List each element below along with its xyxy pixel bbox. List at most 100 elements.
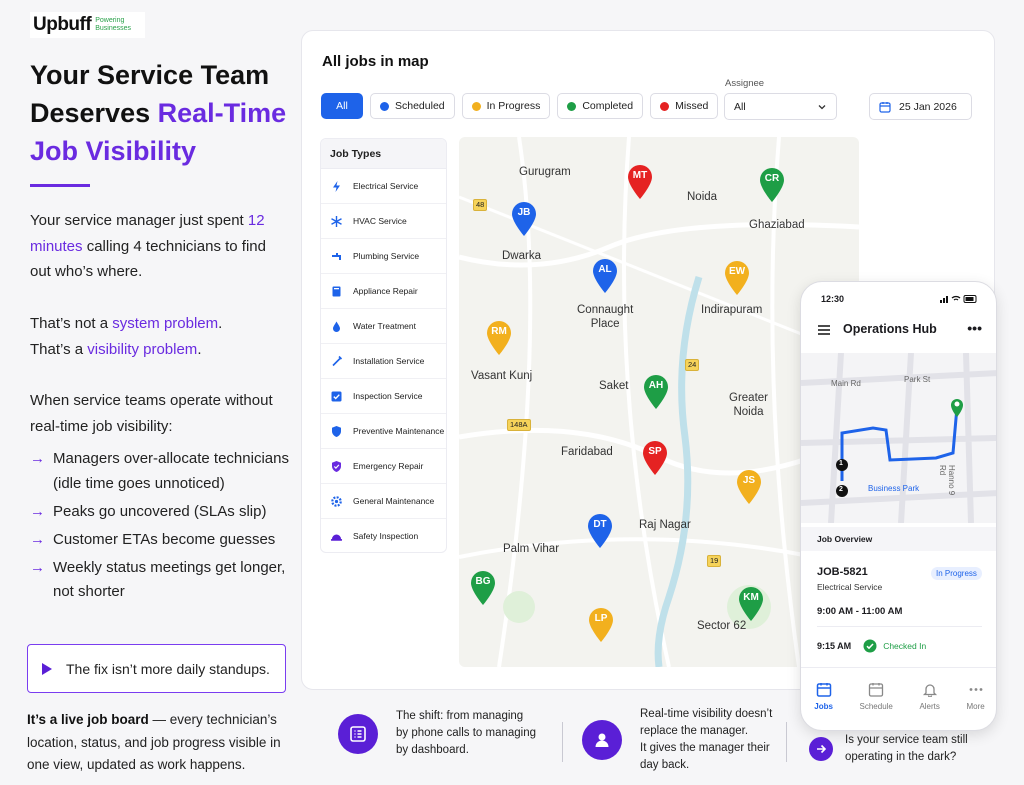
job-type-installation[interactable]: Installation Service (321, 344, 446, 379)
job-type-emergency[interactable]: Emergency Repair (321, 449, 446, 484)
technician-pin[interactable]: AH (643, 374, 669, 410)
technician-pin[interactable]: RM (486, 320, 512, 356)
street-hanno: Hanno 9 Rd (938, 465, 956, 496)
list-item: → Managers over-allocate technicians (idl… (30, 447, 292, 496)
bottom-strip: The shift: from managing by phone calls t… (338, 708, 988, 780)
snowflake-icon (331, 215, 342, 227)
job-type-inspection[interactable]: Inspection Service (321, 379, 446, 414)
job-type-general[interactable]: General Maintenance (321, 484, 446, 519)
job-window: 9:00 AM - 11:00 AM (817, 606, 903, 617)
job-overview-header: Job Overview (801, 527, 996, 551)
bell-icon (922, 684, 937, 697)
street-park-st: Park St (904, 375, 931, 384)
list-item: → Weekly status meetings get longer, not … (30, 556, 292, 605)
status-dot-icon (567, 101, 577, 111)
divider (817, 626, 982, 627)
check-in-row: 9:15 AM Checked In (817, 639, 927, 653)
check-circle-icon (863, 639, 877, 653)
date-picker[interactable]: 25 Jan 2026 (869, 93, 972, 120)
appliance-icon (332, 286, 341, 296)
assignee-label: Assignee (725, 78, 765, 89)
job-type-electrical[interactable]: Electrical Service (321, 169, 446, 204)
gear-icon (331, 495, 342, 507)
arrow-icon: → (30, 502, 45, 520)
job-type-preventive[interactable]: Preventive Maintenance (321, 414, 446, 449)
technician-pin[interactable]: MT (627, 164, 653, 200)
signal-wifi-battery-icon (940, 294, 978, 306)
jobs-icon (816, 683, 831, 697)
map-label-noida: Noida (687, 191, 718, 203)
brand-logo: Upbuff Powering Businesses (30, 12, 145, 38)
job-type-appliance[interactable]: Appliance Repair (321, 274, 446, 309)
ellipsis-icon (969, 688, 982, 691)
map-label-dwarka: Dwarka (502, 250, 541, 262)
map-label-greater-noida: Greater Noida (729, 392, 768, 418)
map-label-saket: Saket (599, 380, 629, 392)
arrow-icon: → (30, 558, 45, 576)
filter-all[interactable]: All (321, 93, 363, 119)
filter-scheduled[interactable]: Scheduled (370, 93, 455, 119)
app-title: Operations Hub (843, 322, 937, 336)
technician-pin[interactable]: DT (587, 513, 613, 549)
hero-divider (30, 184, 90, 187)
highway-badge: 24 (685, 359, 700, 371)
hamburger-menu-icon[interactable] (817, 324, 831, 336)
shift-message: The shift: from managing by phone calls t… (338, 708, 536, 759)
lightning-icon (333, 180, 340, 192)
water-drop-icon (333, 321, 340, 332)
lead-paragraph: When service teams operate without real-… (30, 392, 273, 435)
technician-pin[interactable]: KM (738, 586, 764, 622)
map-label-gurugram: Gurugram (519, 166, 571, 178)
filter-missed[interactable]: Missed (650, 93, 719, 119)
technician-pin[interactable]: EW (724, 260, 750, 296)
map-label-ghaziabad: Ghaziabad (749, 219, 805, 231)
job-type-plumbing[interactable]: Plumbing Service (321, 239, 446, 274)
job-type-water[interactable]: Water Treatment (321, 309, 446, 344)
highway-badge: 19 (707, 555, 722, 567)
arrow-icon: → (30, 530, 45, 548)
problem-paragraph: That’s not a system problem. That’s a vi… (30, 315, 223, 358)
callout-box: The fix isn’t more daily standups. (27, 644, 286, 693)
jobs-map[interactable]: Gurugram Noida Ghaziabad Dwarka Connaugh… (459, 137, 859, 667)
map-label-vasant-kunj: Vasant Kunj (471, 370, 533, 382)
card-title: All jobs in map (322, 53, 429, 70)
faucet-icon (332, 252, 341, 260)
highway-badge: 148A (507, 419, 531, 431)
brand-tagline: Powering Businesses (95, 17, 131, 32)
more-options-icon[interactable]: ••• (967, 320, 982, 336)
job-type-hvac[interactable]: HVAC Service (321, 204, 446, 239)
shield-check-icon (332, 460, 341, 472)
filter-in-progress[interactable]: In Progress (461, 93, 551, 119)
calendar-icon (879, 101, 891, 113)
phone-clock: 12:30 (821, 294, 845, 304)
technician-pin[interactable]: CR (759, 167, 785, 203)
calendar-icon (869, 683, 884, 697)
map-label-faridabad: Faridabad (561, 446, 613, 458)
technician-pin[interactable]: SP (642, 440, 668, 476)
wrench-icon (332, 355, 343, 366)
job-type-safety[interactable]: Safety Inspection (321, 519, 446, 552)
pain-points-list: → Managers over-allocate technicians (idl… (30, 447, 292, 608)
technician-pin[interactable]: BG (470, 570, 496, 606)
status-dot-icon (471, 101, 481, 111)
filter-completed[interactable]: Completed (557, 93, 644, 119)
shield-icon (332, 425, 341, 437)
divider (562, 722, 563, 762)
map-label-palm-vihar: Palm Vihar (503, 543, 560, 555)
technician-pin[interactable]: JS (736, 469, 762, 505)
cta-question[interactable]: Is your service team still operating in t… (809, 732, 968, 766)
job-type: Electrical Service (817, 582, 883, 592)
route-map[interactable]: Main Rd Park St Hanno 9 Rd Business Park… (801, 353, 996, 523)
technician-pin[interactable]: AL (592, 258, 618, 294)
status-badge: In Progress (931, 567, 982, 580)
map-label-raj-nagar: Raj Nagar (639, 519, 691, 531)
technician-pin[interactable]: JB (511, 201, 537, 237)
technician-pin[interactable]: LP (588, 607, 614, 643)
checkbox-icon (331, 391, 342, 401)
arrow-right-icon[interactable] (809, 737, 833, 761)
hero-title: Your Service Team Deserves Real-Time Job… (30, 60, 287, 166)
assignee-select[interactable]: All (724, 93, 837, 120)
status-dot-icon (380, 101, 389, 111)
job-types-panel: Job Types Electrical Service HVAC Servic… (320, 138, 447, 553)
highway-badge: 48 (473, 199, 488, 211)
